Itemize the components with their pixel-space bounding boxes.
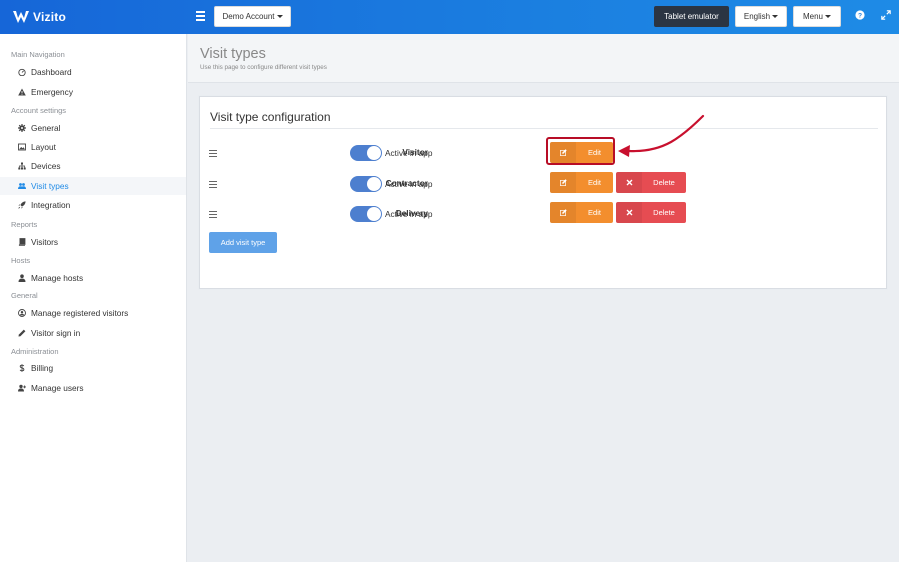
sidebar-section-main-navigation: Main Navigation [11,50,65,59]
delete-button-label: Delete [653,208,675,217]
menu-dropdown[interactable]: Menu [793,6,841,27]
warning-icon [16,88,28,96]
gear-icon [16,124,28,132]
sidebar-section-administration: Administration [11,347,59,356]
sidebar-item-manage-registered-visitors[interactable]: Manage registered visitors [0,304,186,322]
active-toggle-label: Active in app [385,148,433,158]
panel-divider [210,128,878,129]
sidebar-item-emergency[interactable]: Emergency [0,83,186,101]
delete-button[interactable]: Delete [616,202,686,223]
close-icon [616,202,642,223]
brand-logo[interactable]: Vizito [12,8,66,26]
dollar-icon [16,364,28,372]
page-header: Visit types Use this page to configure d… [188,34,899,83]
sidebar-item-visitors[interactable]: Visitors [0,233,186,251]
sidebar-item-label: General [31,123,61,133]
sidebar-item-integration[interactable]: Integration [0,196,186,214]
sidebar-section-account-settings: Account settings [11,106,67,115]
drag-handle-icon[interactable] [209,211,217,220]
edit-highlight-box [546,137,615,165]
drag-handle-icon[interactable] [209,150,217,159]
close-icon [616,172,642,193]
sidebar-item-label: Manage hosts [31,273,84,283]
question-circle-icon[interactable]: ? [854,10,866,22]
sidebar-toggle-icon[interactable] [196,11,205,21]
active-toggle[interactable] [350,176,382,192]
chevron-down-icon [772,15,779,18]
add-visit-type-button[interactable]: Add visit type [209,232,277,253]
sidebar-section-hosts: Hosts [11,256,31,265]
sidebar-item-general[interactable]: General [0,119,186,137]
book-icon [16,238,28,246]
sidebar-item-devices[interactable]: Devices [0,157,186,175]
account-dropdown[interactable]: Demo Account [214,6,291,27]
account-dropdown-label: Demo Account [222,12,275,21]
sidebar-item-label: Layout [31,142,56,152]
sidebar-item-label: Billing [31,363,54,373]
edit-icon [550,172,576,193]
top-navbar: Vizito Demo Account Tablet emulator Engl… [0,0,899,34]
annotation-arrow-icon [618,114,705,157]
chevron-down-icon [825,15,831,18]
language-dropdown-label: English [743,12,771,21]
edit-button[interactable]: Edit [550,172,613,193]
sidebar-item-visit-types[interactable]: Visit types [0,177,186,195]
page-title: Visit types [200,46,266,62]
delete-button[interactable]: Delete [616,172,686,193]
visit-type-configuration-panel: Visit type configuration Visitor Active … [199,96,887,289]
sidebar: Main Navigation Dashboard Emergency Acco… [0,34,187,562]
edit-icon [550,202,576,223]
sidebar-item-label: Dashboard [31,67,72,77]
sidebar-item-label: Visit types [31,181,69,191]
vizito-logo-icon [13,11,29,23]
edit-button-label: Edit [588,178,601,187]
active-toggle-label: Active in app [385,209,433,219]
sidebar-item-layout[interactable]: Layout [0,138,186,156]
menu-dropdown-label: Menu [802,12,823,21]
visit-type-row-contractor: Contractor Active in app Edit Delete [200,172,886,196]
chevron-down-icon [276,15,283,18]
active-toggle-label: Active in app [385,179,433,189]
user-plus-icon [16,384,28,392]
sidebar-section-general: General [11,291,38,300]
user-circle-icon [16,309,28,317]
sidebar-item-billing[interactable]: Billing [0,359,186,377]
sidebar-item-label: Devices [31,161,61,171]
rocket-icon [16,201,28,209]
sidebar-item-visitor-sign-in[interactable]: Visitor sign in [0,324,186,342]
sidebar-section-reports: Reports [11,220,38,229]
language-dropdown[interactable]: English [735,6,787,27]
active-toggle[interactable] [350,206,382,222]
sidebar-item-manage-users[interactable]: Manage users [0,379,186,397]
svg-text:?: ? [858,13,862,20]
sidebar-item-label: Emergency [31,87,73,97]
sidebar-item-label: Integration [31,200,71,210]
pencil-icon [16,329,28,337]
visit-type-row-visitor: Visitor Active in app Edit [200,141,886,165]
sitemap-icon [16,162,28,170]
tablet-emulator-label: Tablet emulator [664,12,719,21]
dashboard-icon [16,68,28,76]
user-icon [16,274,28,282]
active-toggle[interactable] [350,145,382,161]
image-icon [16,143,28,151]
edit-button-label: Edit [588,208,601,217]
delete-button-label: Delete [653,178,675,187]
page-subtitle: Use this page to configure different vis… [200,64,327,71]
brand-name: Vizito [33,10,66,24]
sidebar-item-label: Visitor sign in [31,328,81,338]
panel-title: Visit type configuration [210,110,331,124]
tablet-emulator-button[interactable]: Tablet emulator [654,6,729,27]
sidebar-item-label: Manage users [31,383,84,393]
sidebar-item-manage-hosts[interactable]: Manage hosts [0,269,186,287]
sidebar-item-dashboard[interactable]: Dashboard [0,63,186,81]
users-icon [16,182,28,190]
sidebar-item-label: Visitors [31,237,59,247]
edit-button[interactable]: Edit [550,202,613,223]
drag-handle-icon[interactable] [209,181,217,190]
visit-type-row-delivery: Delivery Active in app Edit Delete [200,202,886,226]
expand-icon[interactable] [880,10,892,22]
sidebar-item-label: Manage registered visitors [31,308,129,318]
